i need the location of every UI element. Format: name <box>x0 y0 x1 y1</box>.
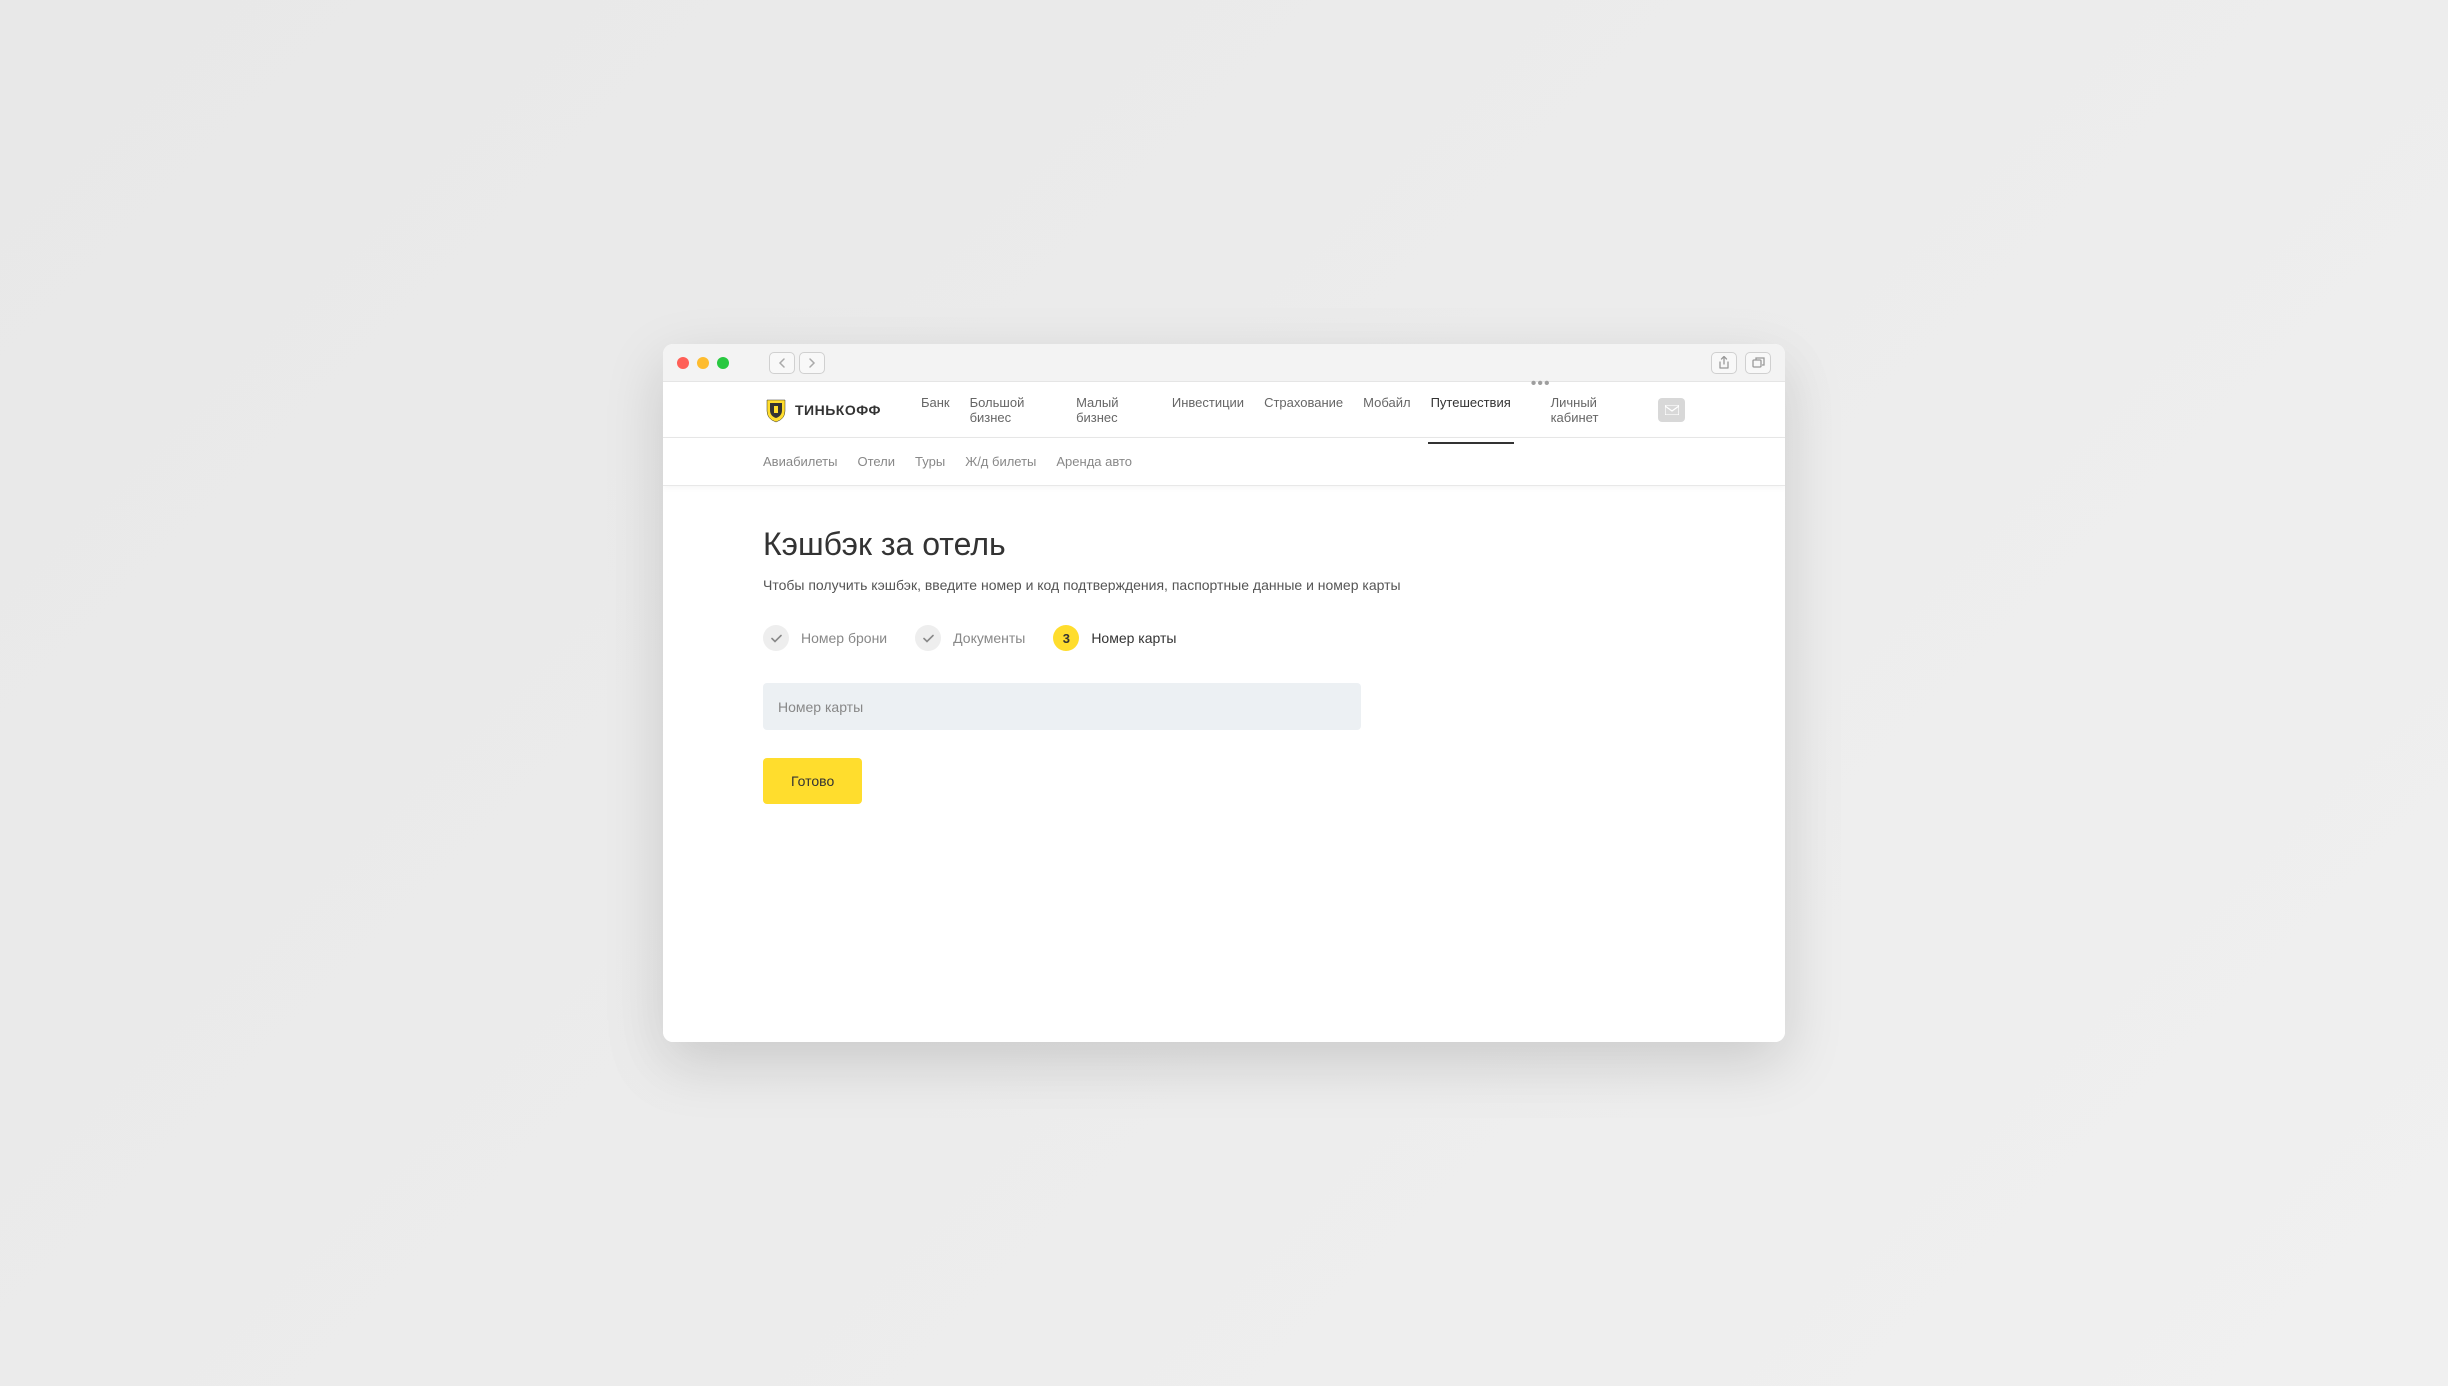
step-documents: Документы <box>915 625 1025 651</box>
step-booking-number: Номер брони <box>763 625 887 651</box>
share-icon <box>1718 356 1730 369</box>
forward-button[interactable] <box>799 352 825 374</box>
card-number-input[interactable] <box>763 683 1361 730</box>
stepper: Номер брони Документы 3 Номер карты <box>763 625 1685 651</box>
page-description: Чтобы получить кэшбэк, введите номер и к… <box>763 577 1685 593</box>
window-close-button[interactable] <box>677 357 689 369</box>
content-area: Кэшбэк за отель Чтобы получить кэшбэк, в… <box>663 486 1785 884</box>
browser-toolbar-right <box>1711 352 1771 374</box>
submit-button[interactable]: Готово <box>763 758 862 804</box>
share-button[interactable] <box>1711 352 1737 374</box>
subnav-flights[interactable]: Авиабилеты <box>763 454 837 469</box>
mail-icon <box>1665 405 1679 415</box>
subnav-car-rental[interactable]: Аренда авто <box>1056 454 1132 469</box>
back-button[interactable] <box>769 352 795 374</box>
window-minimize-button[interactable] <box>697 357 709 369</box>
card-input-field <box>763 683 1361 730</box>
window-maximize-button[interactable] <box>717 357 729 369</box>
nav-small-business[interactable]: Малый бизнес <box>1076 376 1152 444</box>
step-2-check-icon <box>915 625 941 651</box>
main-nav: Банк Большой бизнес Малый бизнес Инвести… <box>921 376 1551 444</box>
nav-investments[interactable]: Инвестиции <box>1172 376 1244 444</box>
mail-button[interactable] <box>1658 398 1685 422</box>
sub-nav: Авиабилеты Отели Туры Ж/д билеты Аренда … <box>663 438 1785 486</box>
page-content: ТИНЬКОФФ Банк Большой бизнес Малый бизне… <box>663 382 1785 1042</box>
browser-window: ТИНЬКОФФ Банк Большой бизнес Малый бизне… <box>663 344 1785 1042</box>
nav-insurance[interactable]: Страхование <box>1264 376 1343 444</box>
brand-name: ТИНЬКОФФ <box>795 402 881 418</box>
step-1-label: Номер брони <box>801 630 887 646</box>
step-1-check-icon <box>763 625 789 651</box>
browser-nav-arrows <box>769 352 825 374</box>
nav-more-icon[interactable]: ••• <box>1531 376 1551 444</box>
traffic-lights <box>677 357 729 369</box>
header-right: Личный кабинет <box>1551 395 1685 425</box>
subnav-tours[interactable]: Туры <box>915 454 945 469</box>
personal-account-link[interactable]: Личный кабинет <box>1551 395 1645 425</box>
subnav-hotels[interactable]: Отели <box>857 454 895 469</box>
tabs-button[interactable] <box>1745 352 1771 374</box>
brand-logo[interactable]: ТИНЬКОФФ <box>763 397 881 423</box>
subnav-rail[interactable]: Ж/д билеты <box>965 454 1036 469</box>
nav-big-business[interactable]: Большой бизнес <box>970 376 1056 444</box>
chevron-right-icon <box>808 358 816 368</box>
nav-mobile[interactable]: Мобайл <box>1363 376 1410 444</box>
logo-shield-icon <box>763 397 789 423</box>
chevron-left-icon <box>778 358 786 368</box>
tabs-icon <box>1752 357 1765 368</box>
step-3-number: 3 <box>1053 625 1079 651</box>
step-2-label: Документы <box>953 630 1025 646</box>
step-card-number: 3 Номер карты <box>1053 625 1176 651</box>
nav-bank[interactable]: Банк <box>921 376 950 444</box>
nav-travel[interactable]: Путешествия <box>1431 376 1511 444</box>
step-3-label: Номер карты <box>1091 630 1176 646</box>
page-title: Кэшбэк за отель <box>763 526 1685 563</box>
main-header: ТИНЬКОФФ Банк Большой бизнес Малый бизне… <box>663 382 1785 438</box>
